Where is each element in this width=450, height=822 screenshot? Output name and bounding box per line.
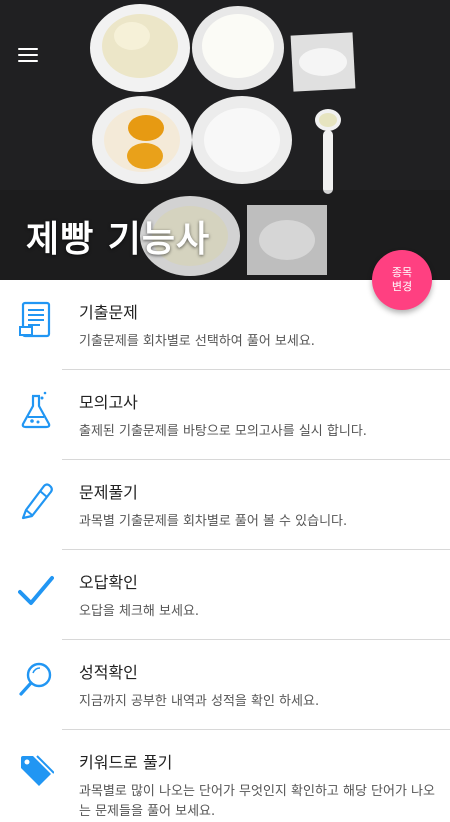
change-subject-label-1: 종목 bbox=[391, 266, 413, 279]
menu-item-solve-problems[interactable]: 문제풀기 과목별 기출문제를 회차별로 풀어 볼 수 있습니다. bbox=[21, 460, 450, 550]
menu-item-description: 과목별로 많이 나오는 단어가 무엇인지 확인하고 해당 단어가 나오는 문제들… bbox=[79, 784, 435, 819]
menu-item-description: 오답을 체크해 보세요. bbox=[79, 604, 200, 619]
menu-item-keyword[interactable]: 키워드로 풀기 과목별로 많이 나오는 단어가 무엇인지 확인하고 해당 단어가… bbox=[21, 730, 450, 819]
menu-item-title: 성적확인 bbox=[79, 663, 138, 682]
menu-item-mock-exam[interactable]: 모의고사 출제된 기출문제를 바탕으로 모의고사를 실시 합니다. bbox=[21, 370, 450, 460]
menu-item-description: 출제된 기출문제를 바탕으로 모의고사를 실시 합니다. bbox=[79, 424, 367, 439]
tag-icon bbox=[21, 755, 54, 786]
menu-list: 기출문제 기출문제를 회차별로 선택하여 풀어 보세요. 모의고사 출제된 기출… bbox=[0, 280, 450, 819]
menu-item-wrong-answers[interactable]: 오답확인 오답을 체크해 보세요. bbox=[18, 550, 450, 640]
menu-item-title: 기출문제 bbox=[79, 303, 138, 322]
menu-item-description: 지금까지 공부한 내역과 성적을 확인 하세요. bbox=[79, 694, 320, 709]
pencil-icon bbox=[21, 483, 53, 520]
magnifier-icon bbox=[19, 662, 52, 696]
document-list-icon bbox=[19, 301, 51, 338]
menu-item-description: 과목별 기출문제를 회차별로 풀어 볼 수 있습니다. bbox=[79, 514, 348, 529]
checkmark-icon bbox=[18, 576, 54, 605]
menu-item-title: 모의고사 bbox=[79, 393, 138, 412]
flask-icon bbox=[21, 391, 51, 429]
header-banner: 제빵 기능사 bbox=[0, 0, 450, 280]
hamburger-menu-icon[interactable] bbox=[18, 44, 44, 68]
change-subject-button[interactable]: 종목 변경 bbox=[372, 250, 432, 310]
menu-item-title: 오답확인 bbox=[79, 573, 138, 592]
page-title: 제빵 기능사 bbox=[26, 219, 211, 260]
change-subject-label-2: 변경 bbox=[391, 280, 413, 293]
menu-item-title: 키워드로 풀기 bbox=[79, 753, 173, 772]
menu-item-title: 문제풀기 bbox=[79, 483, 138, 502]
menu-item-description: 기출문제를 회차별로 선택하여 풀어 보세요. bbox=[79, 334, 315, 349]
menu-item-grades[interactable]: 성적확인 지금까지 공부한 내역과 성적을 확인 하세요. bbox=[19, 640, 450, 730]
